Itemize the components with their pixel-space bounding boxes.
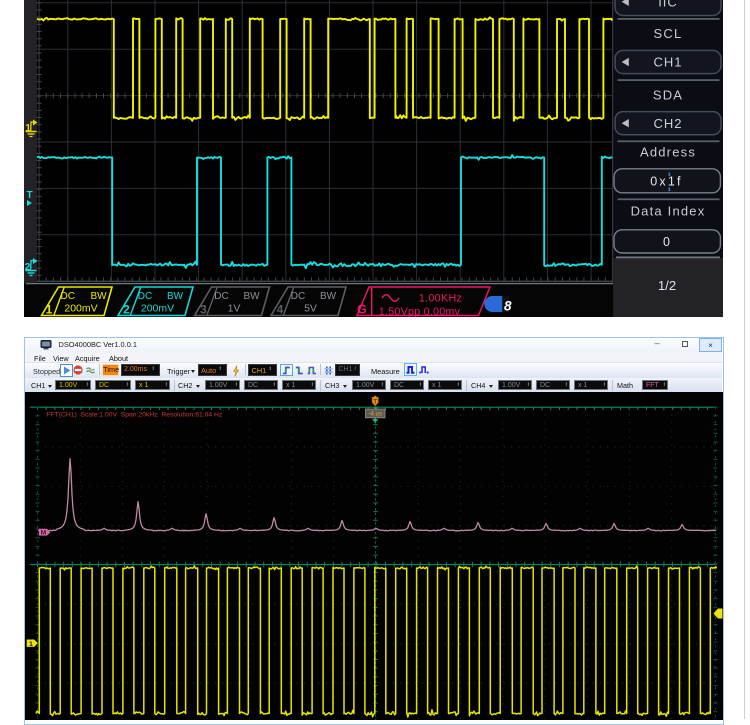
svg-text:1/2: 1/2 <box>658 278 676 293</box>
svg-text:0x1f: 0x1f <box>650 174 682 188</box>
svg-text:1.00KHz: 1.00KHz <box>419 293 463 305</box>
svg-text:BW: BW <box>167 291 184 302</box>
svg-text:DC: DC <box>60 291 74 302</box>
svg-text:BW: BW <box>320 291 337 302</box>
svg-text:4: 4 <box>277 303 284 317</box>
svg-text:1V: 1V <box>228 303 241 315</box>
svg-text:BW: BW <box>243 291 260 302</box>
svg-text:3: 3 <box>200 303 207 317</box>
svg-text:Address: Address <box>640 145 696 160</box>
svg-text:Data Index: Data Index <box>631 203 706 218</box>
svg-text:0: 0 <box>663 235 670 249</box>
svg-text:2: 2 <box>25 262 31 273</box>
svg-text:CH2: CH2 <box>653 116 682 131</box>
svg-text:IIC: IIC <box>658 0 678 9</box>
svg-text:200mV: 200mV <box>64 303 97 315</box>
svg-text:8: 8 <box>504 299 512 314</box>
svg-text:5V: 5V <box>304 303 317 315</box>
svg-text:DC: DC <box>214 291 228 302</box>
svg-text:BW: BW <box>90 291 107 302</box>
svg-text:SDA: SDA <box>653 87 683 102</box>
svg-text:1: 1 <box>46 303 53 317</box>
svg-text:1.50Vpp 0.00mv: 1.50Vpp 0.00mv <box>379 306 461 317</box>
svg-text:200mV: 200mV <box>141 303 174 315</box>
svg-text:T: T <box>27 190 33 201</box>
svg-text:2: 2 <box>123 303 130 317</box>
svg-text:DC: DC <box>291 291 305 302</box>
svg-text:SCL: SCL <box>654 26 683 41</box>
svg-text:G: G <box>357 303 367 317</box>
svg-text:CH1: CH1 <box>653 55 682 70</box>
svg-text:DC: DC <box>138 291 152 302</box>
